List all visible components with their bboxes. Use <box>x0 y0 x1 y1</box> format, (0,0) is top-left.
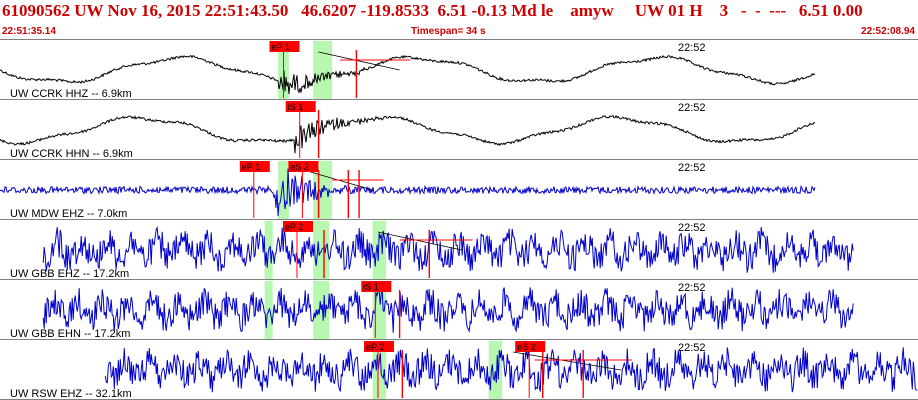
channel-panel[interactable]: 22:52 eP 1 eS 2 UW MDW EHZ -- 7.0km <box>0 161 918 220</box>
minute-mark-label: 22:52 <box>678 162 706 174</box>
phase-pick-label: eP 2 <box>366 342 384 352</box>
waveform-area[interactable]: 22:52 eP 1 UW CCRK HHZ -- 6.9km 22:52 iS 1 UW… <box>0 40 918 400</box>
phase-pick-label: iS 1 <box>288 102 304 112</box>
waveform-trace[interactable] <box>42 225 854 273</box>
channel-label: UW GBB EHZ -- 17.2km <box>10 268 129 280</box>
channel-panel[interactable]: 22:52 iS 1 UW GBB EHN -- 17.2km <box>0 281 918 340</box>
channel-panel[interactable]: 22:52 iS 1 UW CCRK HHN -- 6.9km <box>0 101 918 160</box>
analysis-window <box>372 221 387 279</box>
minute-mark-label: 22:52 <box>678 102 706 114</box>
channel-label: UW CCRK HHZ -- 6.9km <box>10 88 132 100</box>
waveform-trace[interactable] <box>42 287 854 333</box>
channel-panel[interactable]: 22:52 eP 1 UW CCRK HHZ -- 6.9km <box>0 41 918 100</box>
waveform-panels[interactable]: 22:52 eP 1 UW CCRK HHZ -- 6.9km 22:52 iS 1 UW… <box>0 40 918 400</box>
waveform-trace[interactable] <box>104 347 918 393</box>
phase-pick-label: eP 1 <box>272 42 290 52</box>
analysis-window <box>313 41 333 99</box>
window-start-time: 22:51:35.14 <box>2 26 56 37</box>
minute-mark-label: 22:52 <box>678 42 706 54</box>
phase-pick-label: eS 2 <box>517 342 536 352</box>
channel-label: UW GBB EHN -- 17.2km <box>10 328 130 340</box>
timespan-label: Timespan= 34 s <box>411 26 486 37</box>
phase-pick-label: eP 2 <box>285 222 303 232</box>
phase-pick-label: eP 1 <box>242 162 260 172</box>
window-end-time: 22:52:08.94 <box>861 26 915 37</box>
minute-mark-label: 22:52 <box>678 222 706 234</box>
channel-panel[interactable]: 22:52 eP 2 eS 2 UW RSW EHZ -- 32.1km <box>0 341 918 400</box>
phase-pick-label: eS 2 <box>290 162 309 172</box>
channel-label: UW CCRK HHN -- 6.9km <box>10 148 133 160</box>
channel-panel[interactable]: 22:52 eP 2 UW GBB EHZ -- 17.2km <box>0 221 918 280</box>
minute-mark-label: 22:52 <box>678 282 706 294</box>
event-summary: 61090562 UW Nov 16, 2015 22:51:43.50 46.… <box>2 1 863 20</box>
channel-label: UW MDW EHZ -- 7.0km <box>10 208 127 220</box>
phase-pick-label: iS 1 <box>363 282 379 292</box>
minute-mark-label: 22:52 <box>678 342 706 354</box>
waveform-viewer: 61090562 UW Nov 16, 2015 22:51:43.50 46.… <box>0 0 918 400</box>
channel-label: UW RSW EHZ -- 32.1km <box>10 388 132 400</box>
event-header: 61090562 UW Nov 16, 2015 22:51:43.50 46.… <box>0 0 918 40</box>
